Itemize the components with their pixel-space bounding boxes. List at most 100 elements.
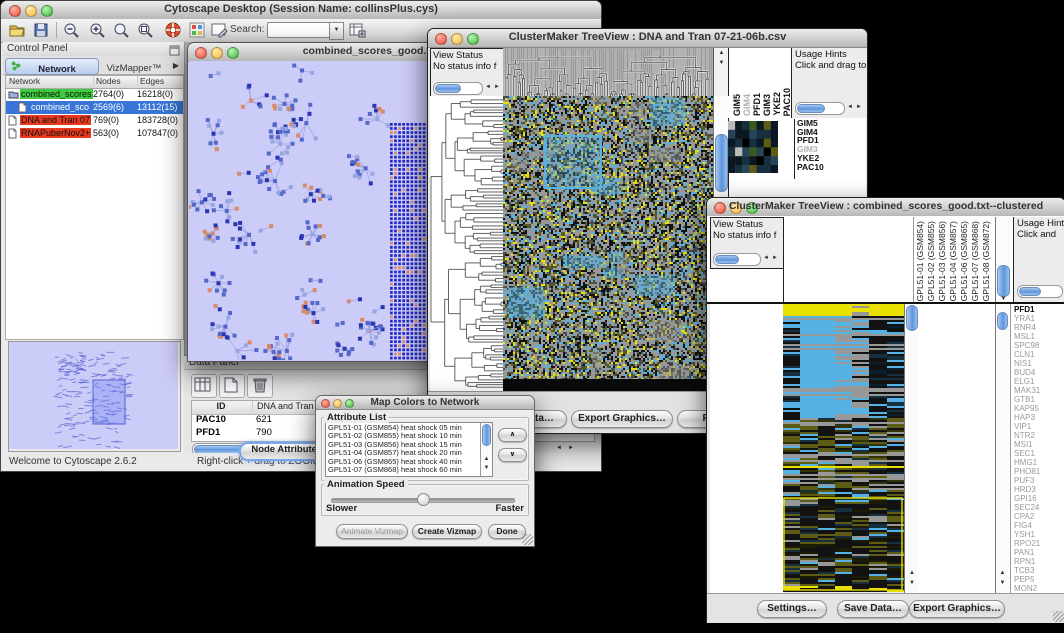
column-dendrogram-canvas[interactable] (503, 48, 713, 96)
column-label[interactable]: YKE2 (772, 92, 782, 116)
col-header-network[interactable]: Network (9, 76, 89, 86)
gene-label[interactable]: SEC24 (1014, 503, 1064, 512)
search-dropdown-button[interactable]: ▼ (329, 22, 344, 40)
new-attribute-icon[interactable] (219, 374, 245, 398)
gene-label[interactable]: MSL1 (1014, 332, 1064, 341)
open-file-icon[interactable] (8, 21, 26, 39)
zoom-in-icon[interactable] (88, 21, 106, 39)
scroll-right-icon[interactable]: ► (856, 102, 862, 113)
gene-label[interactable]: HMG1 (1014, 458, 1064, 467)
zoom-heatmap-canvas[interactable] (922, 304, 984, 593)
dialog-titlebar[interactable]: Map Colors to Network (316, 396, 534, 410)
attribute-item[interactable]: GPL51-03 (GSM856) heat shock 15 min (328, 441, 479, 449)
column-label[interactable]: GPL51-03 (GSM856) (937, 221, 948, 301)
network-name[interactable]: combined_scores (20, 89, 93, 99)
done-button[interactable]: Done (488, 524, 526, 539)
scroll-down-icon[interactable]: ▼ (714, 60, 729, 67)
scroll-left-icon[interactable]: ◄ (485, 82, 491, 93)
col-header-nodes[interactable]: Nodes (93, 76, 138, 86)
animation-speed-slider[interactable] (331, 494, 513, 504)
gene-label[interactable]: GTB1 (1014, 395, 1064, 404)
attribute-browser-icon[interactable] (348, 21, 366, 39)
scroll-down-icon[interactable]: ▼ (996, 580, 1009, 587)
column-label[interactable]: GPL51-06 (GSM865) (959, 221, 970, 301)
network-name[interactable]: RNAPuberNov2+ (20, 128, 91, 138)
network-row[interactable]: DNA and Tran 07769(0)183728(0) (6, 114, 183, 127)
move-down-button[interactable]: ∨ (498, 448, 527, 462)
row-dendrogram-canvas[interactable] (430, 96, 503, 391)
column-label[interactable]: GPL51-02 (GSM855) (926, 221, 937, 301)
view-status-hscrollbar[interactable] (433, 82, 483, 95)
scroll-up-icon[interactable]: ▲ (481, 456, 492, 463)
row-dendrogram-canvas[interactable] (710, 304, 783, 593)
gene-label[interactable]: RPN1 (1014, 557, 1064, 566)
network-name[interactable]: combined_sco (30, 102, 90, 112)
gene-label[interactable]: FIG4 (1014, 521, 1064, 530)
gene-label[interactable]: SEC1 (1014, 449, 1064, 458)
scroll-down-icon[interactable]: ▼ (905, 580, 919, 587)
column-tree-area[interactable] (783, 217, 912, 302)
main-titlebar[interactable]: Cytoscape Desktop (Session Name: collins… (1, 1, 601, 20)
annotation-icon[interactable] (210, 21, 228, 39)
zoom-heatmap-canvas[interactable] (728, 121, 778, 173)
column-label[interactable]: GPL51-08 (GSM872) (981, 221, 992, 301)
overview-canvas[interactable] (9, 342, 178, 449)
gene-label[interactable]: KAP95 (1014, 404, 1064, 413)
gene-label[interactable]: CPA2 (1014, 512, 1064, 521)
gene-label[interactable]: BUD4 (1014, 368, 1064, 377)
treeview-combined-titlebar[interactable]: ClusterMaker TreeView : combined_scores_… (707, 198, 1064, 217)
zoom-fit-icon[interactable] (112, 21, 130, 39)
gene-label[interactable]: YRA1 (1014, 314, 1064, 323)
gene-list-vscrollbar[interactable]: ▲ ▼ (995, 304, 1009, 593)
network-row[interactable]: RNAPuberNov2+563(0)107847(0) (6, 127, 183, 140)
attribute-item[interactable]: GPL51-04 (GSM857) heat shock 20 min (328, 449, 479, 457)
gene-label[interactable]: PAN1 (1014, 548, 1064, 557)
attribute-item[interactable]: GPL51-07 (GSM868) heat shock 60 min (328, 466, 479, 474)
resize-grip[interactable] (1053, 611, 1064, 622)
gene-list[interactable]: PFD1YRA1RNR4MSL1SPC98CLN1NIS1BUD4ELG1MAK… (1010, 304, 1064, 593)
tab-overflow-button[interactable]: ▶ (170, 58, 182, 73)
move-up-button[interactable]: ∧ (498, 428, 527, 442)
delete-attribute-trash-icon[interactable] (247, 374, 273, 398)
usage-hints-hscrollbar[interactable] (1017, 285, 1063, 298)
column-labels-vscrollbar[interactable]: ▼ (995, 217, 1011, 302)
attribute-list[interactable]: GPL51-01 (GSM854) heat shock 05 minGPL51… (325, 422, 493, 477)
zoom-out-icon[interactable] (62, 21, 80, 39)
zoom-selected-icon[interactable] (136, 21, 154, 39)
gene-label[interactable]: CLN1 (1014, 350, 1064, 359)
gene-label[interactable]: ELG1 (1014, 377, 1064, 386)
gene-label[interactable]: RNR4 (1014, 323, 1064, 332)
gene-label[interactable]: PEP5 (1014, 575, 1064, 584)
column-label[interactable]: GPL51-01 (GSM854) (915, 221, 926, 301)
help-lifering-icon[interactable] (164, 21, 182, 39)
gene-label[interactable]: PUF3 (1014, 476, 1064, 485)
column-label[interactable]: GIM4 (742, 94, 752, 116)
heatmap-canvas[interactable] (503, 96, 713, 391)
gene-label[interactable]: NTR2 (1014, 431, 1064, 440)
row-label[interactable]: PAC10 (797, 163, 867, 172)
scroll-right-icon[interactable]: ► (494, 82, 500, 93)
gene-label[interactable]: VIP1 (1014, 422, 1064, 431)
treeview-dna-titlebar[interactable]: ClusterMaker TreeView : DNA and Tran 07-… (428, 29, 867, 48)
save-data-button[interactable]: Save Data… (837, 600, 909, 618)
global-heatmap-vscrollbar[interactable]: ▲ ▼ (904, 304, 919, 593)
gene-label[interactable]: YSH1 (1014, 530, 1064, 539)
search-input[interactable] (267, 22, 331, 38)
gene-label[interactable]: MAK31 (1014, 386, 1064, 395)
vizmapper-icon[interactable] (188, 21, 206, 39)
network-overview[interactable] (8, 341, 181, 452)
gene-label[interactable]: MSI1 (1014, 440, 1064, 449)
gene-label[interactable]: GPI16 (1014, 494, 1064, 503)
scroll-up-icon[interactable]: ▲ (905, 570, 919, 577)
scroll-left-icon[interactable]: ◄ (847, 102, 853, 113)
export-graphics-button[interactable]: Export Graphics… (909, 600, 1005, 618)
gene-label[interactable]: PFD1 (1014, 305, 1064, 314)
attribute-list-vscrollbar[interactable]: ▲ ▼ (480, 423, 492, 476)
global-heatmap-canvas[interactable] (783, 304, 904, 593)
gene-label[interactable]: TCB3 (1014, 566, 1064, 575)
scroll-up-icon[interactable]: ▲ (714, 50, 729, 57)
column-label[interactable]: GPL51-07 (GSM868) (970, 221, 981, 301)
save-icon[interactable] (32, 21, 50, 39)
mini-scroll-strip[interactable]: ▲ ▼ (713, 48, 729, 96)
animate-vizmap-button[interactable]: Animate Vizmap (336, 524, 408, 539)
